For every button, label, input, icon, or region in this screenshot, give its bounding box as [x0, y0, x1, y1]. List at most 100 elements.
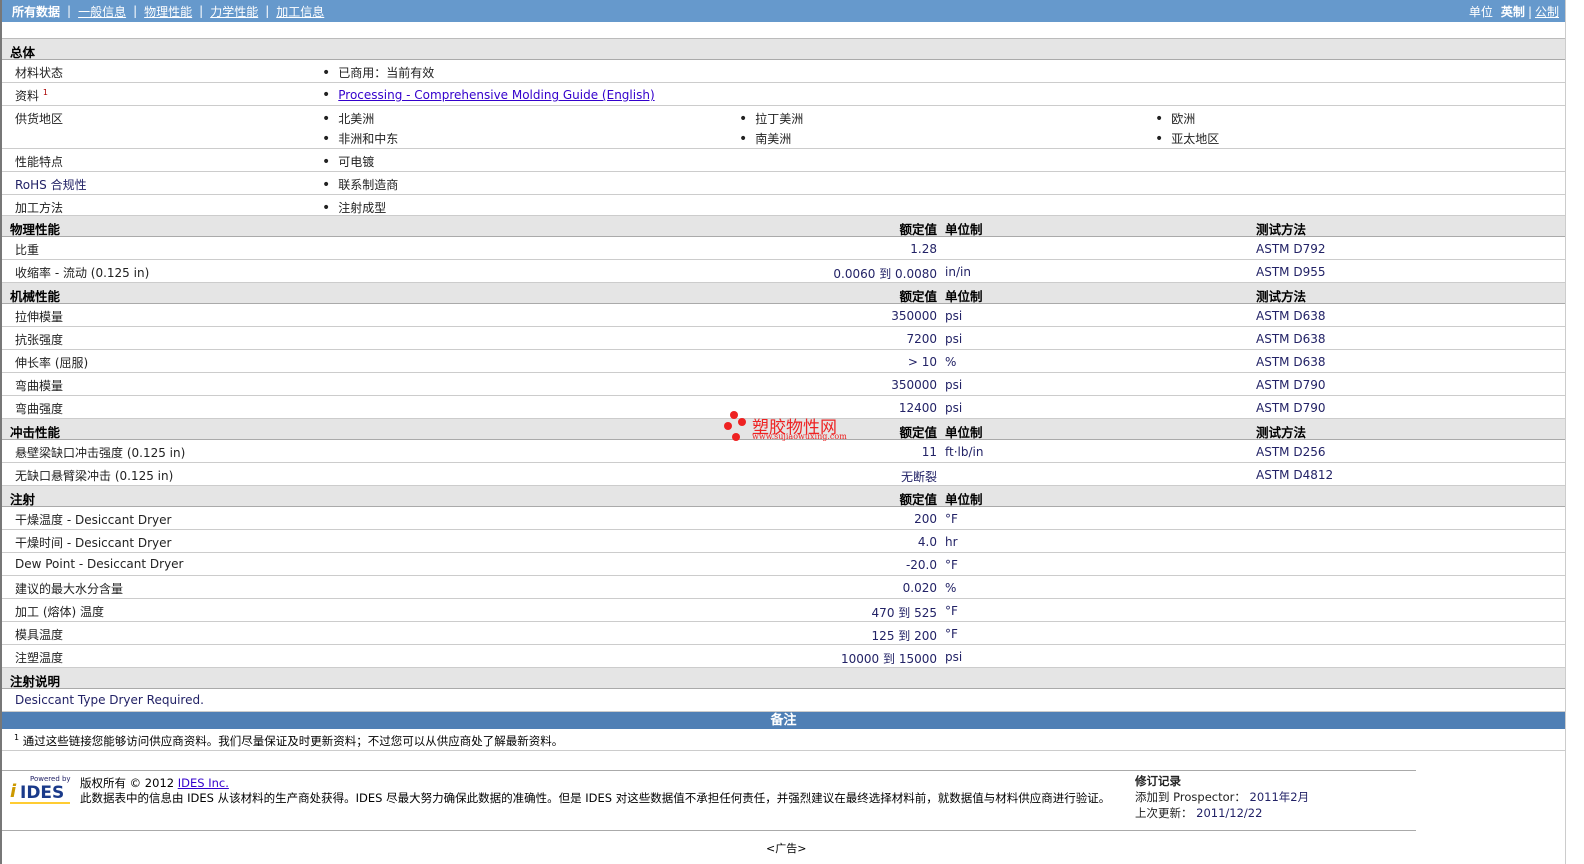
row-label: 加工方法 [15, 201, 64, 215]
row-label: 材料状态 [15, 66, 64, 80]
ides-link[interactable]: IDES Inc. [178, 776, 229, 790]
property-value: 7200 [906, 332, 937, 346]
property-label: 干燥时间 - Desiccant Dryer [15, 536, 172, 550]
test-method: ASTM D790 [1256, 378, 1326, 392]
property-value: 200 [914, 512, 937, 526]
region-item: 北美洲 [322, 110, 374, 127]
property-label: 伸长率 (屈服) [15, 356, 89, 370]
nav-physical[interactable]: 物理性能 [144, 3, 192, 20]
test-method: ASTM D638 [1256, 309, 1326, 323]
header-unit: 单位制 [945, 492, 983, 507]
units-label: 单位 [1468, 5, 1493, 19]
property-value: > 10 [907, 355, 937, 369]
nav-all-data[interactable]: 所有数据 [12, 3, 60, 20]
test-method: ASTM D792 [1256, 242, 1326, 256]
header-method: 测试方法 [1256, 289, 1307, 304]
nav-mechanical[interactable]: 力学性能 [210, 3, 258, 20]
property-row: 建议的最大水分含量 0.020% [2, 576, 1565, 599]
copyright: 版权所有 © 2012 IDES Inc. 此数据表中的信息由 IDES 从该材… [80, 776, 1110, 806]
nav-processing[interactable]: 加工信息 [276, 3, 324, 20]
property-value: 125 到 200 [871, 629, 937, 643]
ides-logo: Powered by i IDES [10, 775, 71, 804]
property-unit: % [945, 581, 957, 595]
property-row: 无缺口悬臂梁冲击 (0.125 in) 无断裂 ASTM D4812 [2, 463, 1565, 486]
section-general: 总体 [2, 39, 1565, 60]
section-title: 物理性能 [10, 222, 61, 237]
section-title: 冲击性能 [10, 425, 61, 440]
unit-english[interactable]: 英制 [1501, 5, 1525, 19]
row-label: 资料 1 [15, 88, 48, 103]
remarks-bar: 备注 [2, 712, 1565, 729]
section-header: 注射 额定值 单位制 [2, 486, 1565, 507]
header-method: 测试方法 [1256, 425, 1307, 440]
property-row: 干燥时间 - Desiccant Dryer 4.0 hr [2, 530, 1565, 553]
property-unit: hr [945, 535, 958, 549]
section-header: 冲击性能 额定值 单位制 测试方法 [2, 419, 1565, 440]
section-title: 机械性能 [10, 289, 61, 304]
section-header: 物理性能 额定值 单位制 测试方法 [2, 216, 1565, 237]
property-row: 收缩率 - 流动 (0.125 in) 0.0060 到 0.0080 in/in A… [2, 260, 1565, 283]
section-title: 总体 [10, 45, 36, 60]
property-row: 悬壁梁缺口冲击强度 (0.125 in) 11 ft·lb/in ASTM D256 [2, 440, 1565, 463]
property-row: 伸长率 (屈服) > 10% ASTM D638 [2, 350, 1565, 373]
property-label: 抗张强度 [15, 333, 64, 347]
top-nav: 所有数据 | 一般信息 | 物理性能 | 力学性能 | 加工信息 单位 英制 | 公制 [2, 0, 1565, 22]
unit-metric[interactable]: 公制 [1535, 5, 1559, 19]
updated-value: 2011/12/22 [1196, 806, 1263, 820]
added-value: 2011年2月 [1249, 790, 1310, 804]
property-value: 11 [921, 445, 937, 459]
property-row: 比重 1.28 ASTM D792 [2, 237, 1565, 260]
row-status: 材料状态 已商用：当前有效 [2, 60, 1565, 83]
property-value: -20.0 [905, 558, 937, 572]
row-value: 已商用：当前有效 [322, 64, 434, 81]
property-value: 350000 [891, 378, 937, 392]
test-method: ASTM D638 [1256, 332, 1326, 346]
row-features: 性能特点 可电镀 [2, 149, 1565, 172]
remarks-footnote: 1 通过这些链接您能够访问供应商资料。我们尽量保证及时更新资料；不过您可以从供应… [2, 729, 1565, 751]
revision-title: 修订记录 [1135, 774, 1181, 788]
footer: Powered by i IDES 版权所有 © 2012 IDES Inc. … [2, 770, 1416, 831]
test-method: ASTM D638 [1256, 355, 1326, 369]
region-item: 拉丁美洲 [739, 110, 803, 127]
property-value: 无断裂 [900, 470, 937, 484]
property-row: Dew Point - Desiccant Dryer -20.0 °F [2, 553, 1565, 576]
section-header: 机械性能 额定值 单位制 测试方法 [2, 283, 1565, 304]
nav-general[interactable]: 一般信息 [78, 3, 126, 20]
test-method: ASTM D4812 [1256, 468, 1334, 482]
property-value: 470 到 525 [871, 606, 937, 620]
header-unit: 单位制 [945, 222, 983, 237]
property-label: 弯曲强度 [15, 402, 64, 416]
row-label: RoHS 合规性 [15, 178, 87, 192]
property-unit: in/in [945, 265, 971, 279]
row-label: 供货地区 [15, 112, 64, 126]
footnote-text: 通过这些链接您能够访问供应商资料。我们尽量保证及时更新资料；不过您可以从供应商处… [22, 734, 564, 748]
property-value: 0.0060 到 0.0080 [833, 267, 937, 281]
property-label: 建议的最大水分含量 [15, 582, 124, 596]
revision-history: 修订记录 添加到 Prospector： 2011年2月 上次更新： 2011/… [1135, 773, 1309, 821]
property-label: 悬壁梁缺口冲击强度 (0.125 in) [15, 446, 186, 460]
property-value: 0.020 [902, 581, 937, 595]
header-value: 额定值 [899, 425, 937, 440]
row-label: 性能特点 [15, 155, 64, 169]
row-rohs: RoHS 合规性 联系制造商 [2, 172, 1565, 195]
test-method: ASTM D256 [1256, 445, 1326, 459]
property-label: 拉伸模量 [15, 310, 64, 324]
copyright-text: 版权所有 © 2012 [80, 776, 175, 790]
property-unit: °F [945, 512, 958, 526]
property-row: 模具温度 125 到 200 °F [2, 622, 1565, 645]
property-value: 350000 [891, 309, 937, 323]
test-method: ASTM D790 [1256, 401, 1326, 415]
property-unit: psi [945, 650, 963, 664]
property-row: 抗张强度 7200 psi ASTM D638 [2, 327, 1565, 350]
property-label: 加工 (熔体) 温度 [15, 605, 104, 619]
property-label: 收缩率 - 流动 (0.125 in) [15, 266, 150, 280]
property-row: 注塑温度 10000 到 15000 psi [2, 645, 1565, 668]
property-value: 12400 [898, 401, 937, 415]
property-unit: ft·lb/in [945, 445, 984, 459]
property-label: 注塑温度 [15, 651, 64, 665]
property-unit: °F [945, 558, 958, 572]
row-docs: 资料 1 Processing - Comprehensive Molding G… [2, 83, 1565, 106]
processing-guide-link[interactable]: Processing - Comprehensive Molding Guide… [338, 88, 654, 102]
property-unit: % [945, 355, 957, 369]
property-row: 拉伸模量 350000 psi ASTM D638 [2, 304, 1565, 327]
